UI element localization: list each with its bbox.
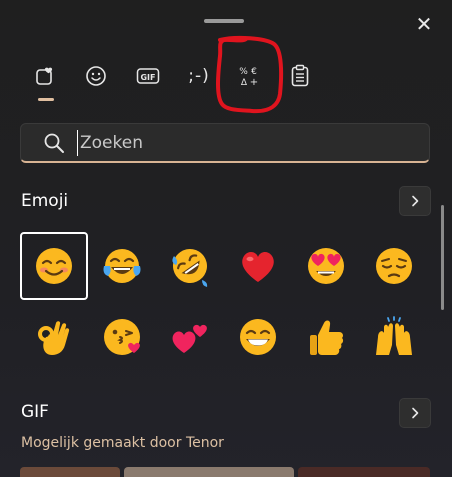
svg-text:€: €: [251, 67, 257, 77]
emoji-cell[interactable]: [20, 303, 88, 371]
tab-kaomoji[interactable]: ;-): [178, 58, 220, 94]
clipboard-icon: [291, 64, 309, 87]
smiling-face-with-heart-eyes-icon: [308, 248, 344, 284]
tab-symbols[interactable]: % € Δ +: [230, 58, 270, 94]
emoji-cell[interactable]: [292, 232, 360, 300]
emoji-cell[interactable]: [20, 232, 88, 300]
raising-hands-icon: [376, 316, 412, 355]
svg-text:+: +: [250, 77, 258, 88]
scrollbar[interactable]: [441, 205, 444, 310]
svg-text:GIF: GIF: [140, 73, 155, 82]
drag-handle[interactable]: [204, 19, 244, 23]
emoji-cell[interactable]: [224, 303, 292, 371]
beaming-face-with-smiling-eyes-icon: [240, 319, 276, 355]
rolling-on-the-floor-laughing-icon: [172, 249, 208, 287]
gif-thumbnail[interactable]: [124, 467, 294, 477]
emoji-cell[interactable]: [156, 303, 224, 371]
emoji-cell[interactable]: [88, 303, 156, 371]
gif-more-button[interactable]: [399, 398, 431, 428]
kaomoji-icon: ;-): [188, 66, 210, 86]
search-icon: [44, 133, 64, 153]
thumbs-up-icon: [310, 320, 344, 355]
gif-icon: GIF: [136, 68, 160, 84]
close-icon: ✕: [415, 12, 433, 36]
svg-text:%: %: [239, 67, 248, 77]
emoji-cell[interactable]: [360, 303, 428, 371]
gif-thumbnail[interactable]: [298, 467, 430, 477]
ok-hand-icon: [38, 321, 70, 355]
tab-clipboard[interactable]: [280, 58, 320, 94]
emoji-cell[interactable]: [224, 232, 292, 300]
tab-gif[interactable]: GIF: [128, 58, 168, 94]
emoji-cell[interactable]: [292, 303, 360, 371]
emoji-cell[interactable]: [88, 232, 156, 300]
category-tabs: GIF ;-) % € Δ +: [22, 58, 322, 102]
heart-face-icon: [36, 67, 53, 85]
gif-thumbnail[interactable]: [20, 467, 120, 477]
emoji-panel: ✕ GIF ;-) % € Δ + Zoeken Emoji GIF Mogel…: [0, 0, 452, 477]
tab-selected-indicator: [38, 98, 54, 101]
emoji-cell[interactable]: [360, 232, 428, 300]
close-button[interactable]: ✕: [408, 8, 440, 40]
search-box[interactable]: [20, 123, 430, 163]
gif-attribution: Mogelijk gemaakt door Tenor: [21, 435, 224, 451]
emoji-cell[interactable]: [156, 232, 224, 300]
chevron-right-icon: [412, 195, 419, 207]
face-with-tears-of-joy-icon: [103, 249, 141, 283]
tab-smiley[interactable]: [76, 58, 116, 94]
smiling-face-with-smiling-eyes-icon: [36, 248, 72, 284]
face-blowing-a-kiss-icon: [104, 319, 140, 355]
pensive-face-icon: [376, 248, 412, 284]
chevron-right-icon: [412, 407, 419, 419]
two-hearts-icon: [172, 324, 207, 353]
smiley-icon: [86, 66, 106, 86]
gif-section-title: GIF: [21, 402, 49, 422]
emoji-more-button[interactable]: [399, 186, 431, 216]
red-heart-icon: [242, 251, 274, 282]
svg-text:Δ: Δ: [241, 78, 248, 88]
tab-emoji[interactable]: [25, 58, 65, 94]
emoji-section-title: Emoji: [21, 191, 69, 211]
symbols-icon: % € Δ +: [239, 67, 258, 88]
search-input[interactable]: [77, 129, 429, 156]
